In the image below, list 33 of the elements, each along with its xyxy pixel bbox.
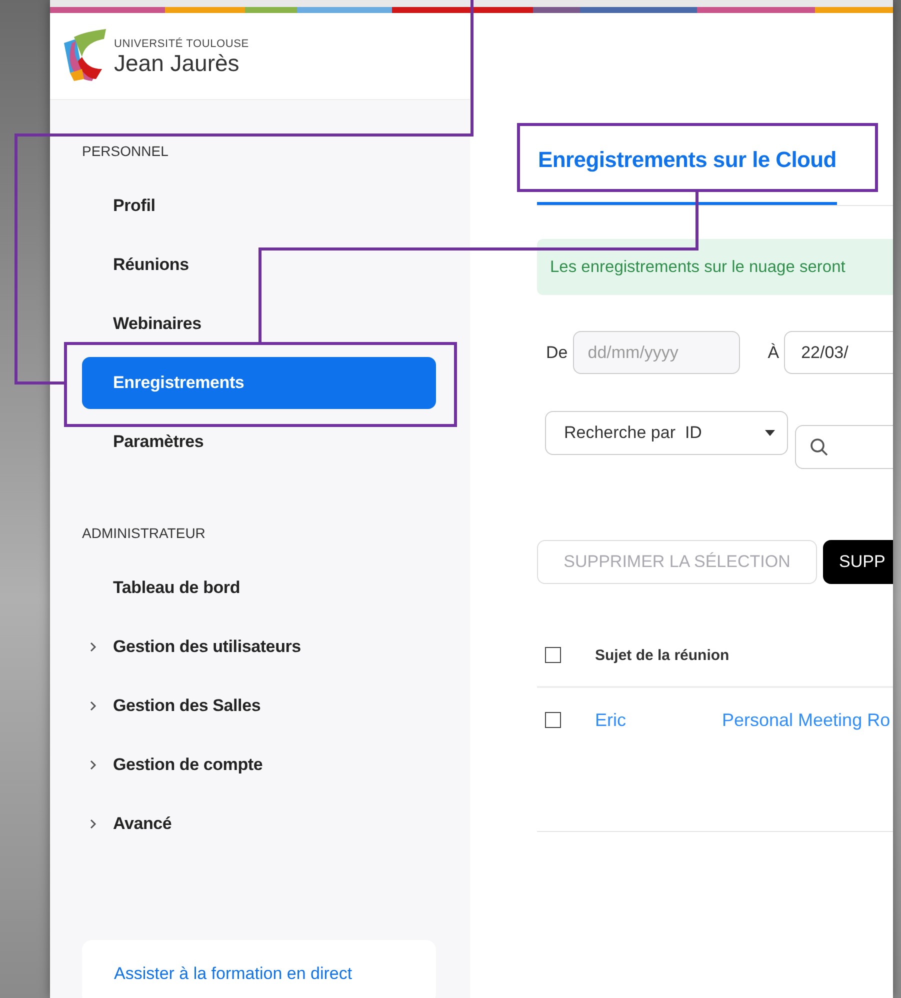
tab[interactable]: Enregistrements sur le Cloud: [537, 147, 838, 205]
sidebar-item[interactable]: Paramètres: [82, 416, 436, 468]
search-field[interactable]: [795, 425, 893, 469]
search-icon: [810, 438, 828, 456]
column-header: Sujet de la réunion: [595, 646, 730, 664]
caret-icon: [765, 430, 775, 436]
section-heading: ADMINISTRATEUR: [82, 524, 206, 542]
sidebar-item[interactable]: Profil: [82, 180, 436, 232]
chevron-icon: [89, 759, 97, 771]
training-link[interactable]: Assister à la formation en direct: [114, 964, 352, 983]
notice-banner: Les enregistrements sur le nuage seront: [537, 239, 893, 295]
to-label: À: [768, 342, 780, 362]
sidebar-item[interactable]: Enregistrements: [82, 357, 436, 409]
sidebar-item[interactable]: Gestion des Salles: [82, 680, 436, 732]
sidebar-item[interactable]: Avancé: [82, 798, 436, 850]
sidebar-item[interactable]: Gestion de compte: [82, 739, 436, 791]
from-date-field[interactable]: dd/mm/yyyy: [572, 331, 740, 374]
logo-text: Jean Jaurès: [114, 50, 240, 74]
chevron-icon: [89, 700, 97, 712]
sidebar-item[interactable]: Tableau de bord: [82, 562, 436, 614]
logo-text: UNIVERSITÉ TOULOUSE: [114, 38, 249, 50]
sidebar-item[interactable]: Gestion des utilisateurs: [82, 621, 436, 673]
chevron-icon: [89, 641, 97, 653]
delete-button[interactable]: SUPP: [823, 540, 893, 584]
search-type-dropdown[interactable]: Recherche par ID: [545, 411, 788, 455]
chevron-icon: [89, 818, 97, 830]
checkbox[interactable]: [545, 712, 561, 728]
sidebar-item[interactable]: Webinaires: [82, 298, 436, 350]
checkbox[interactable]: [545, 647, 561, 663]
to-date-field[interactable]: 22/03/: [784, 331, 893, 374]
sidebar-item[interactable]: Réunions: [82, 239, 436, 291]
from-label: De: [546, 342, 568, 362]
section-heading: PERSONNEL: [82, 142, 170, 160]
